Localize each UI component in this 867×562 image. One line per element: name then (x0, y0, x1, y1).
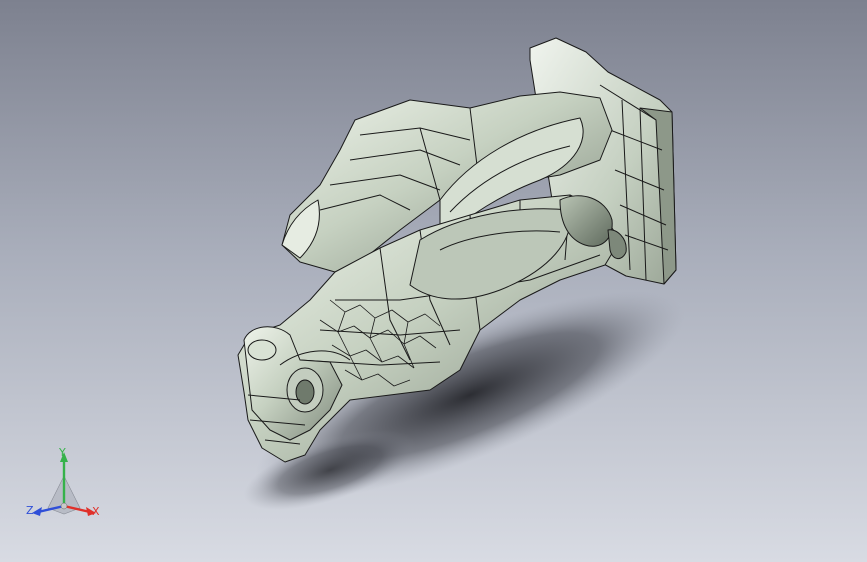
y-axis-label: Y (59, 446, 66, 459)
model-scene[interactable] (0, 0, 867, 562)
nostril-left (247, 339, 277, 361)
triad-origin (60, 502, 68, 510)
orientation-triad[interactable]: Y Z X (22, 446, 106, 522)
z-axis-label: Z (26, 504, 34, 517)
x-axis-label: X (92, 505, 100, 518)
graphics-viewport[interactable]: Y Z X (0, 0, 867, 562)
